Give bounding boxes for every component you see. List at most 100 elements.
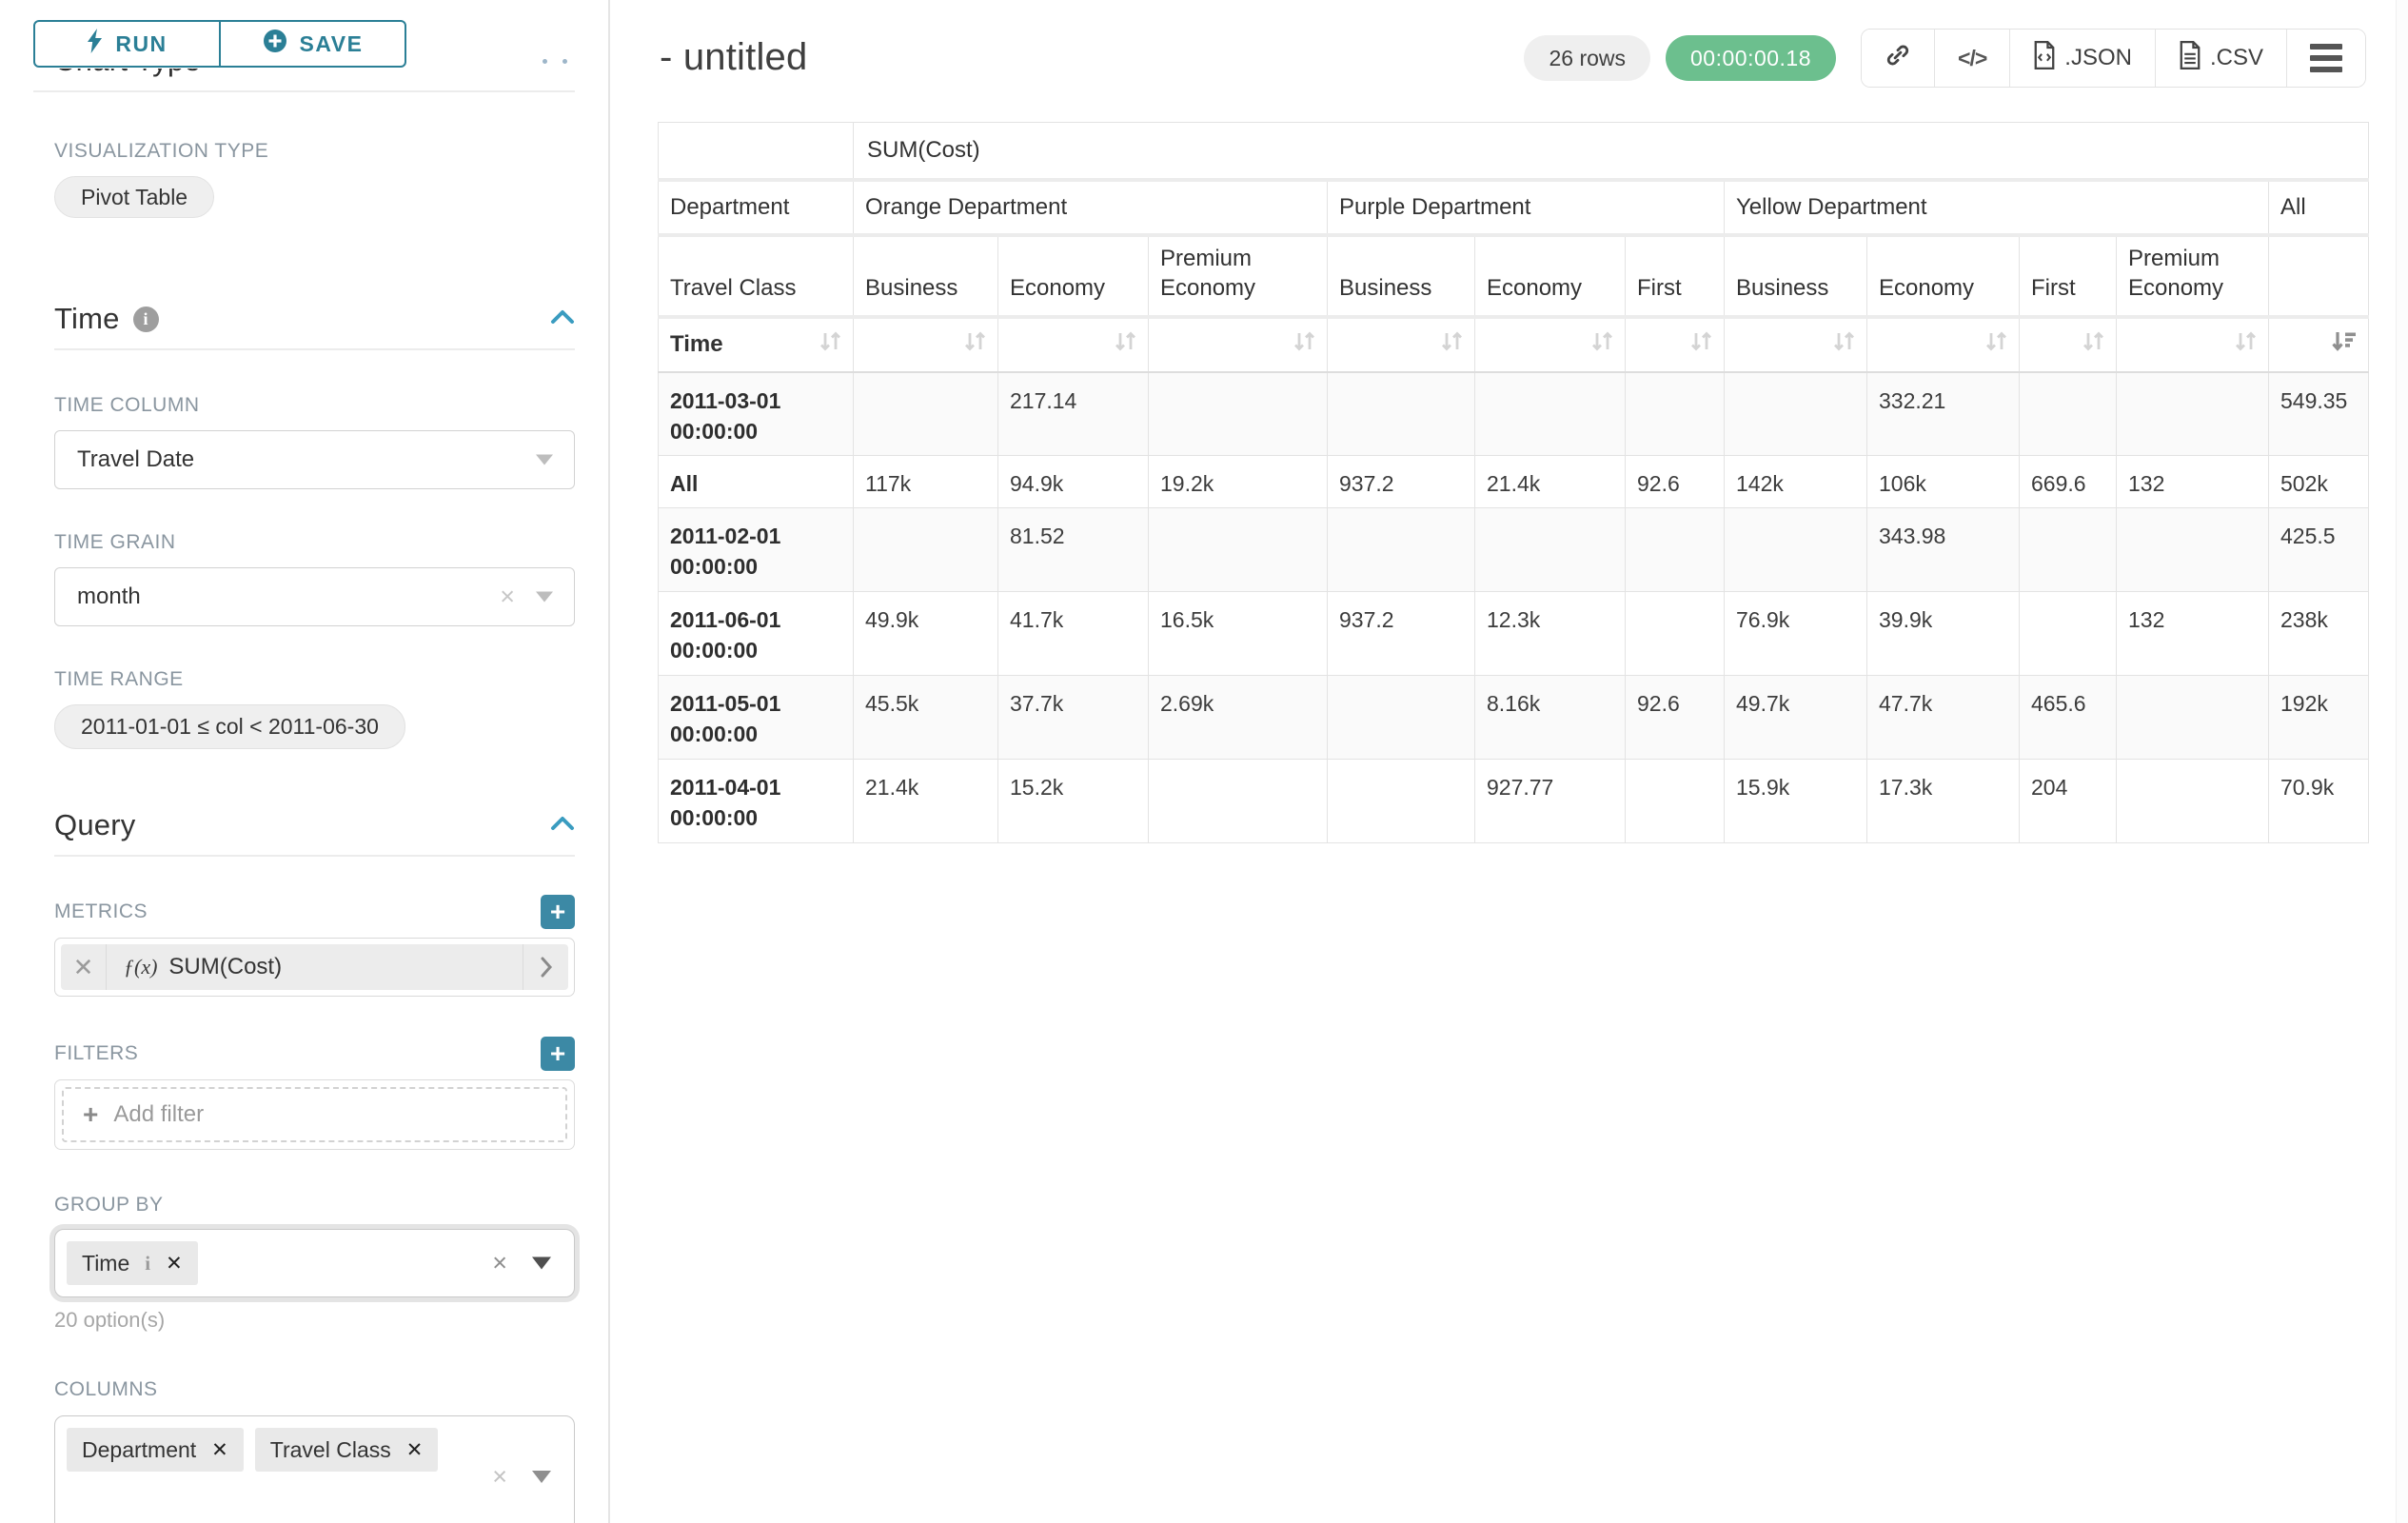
pivot-subgroup-header: Business [1328,235,1475,317]
pivot-cell [854,508,998,592]
sort-icon[interactable] [1589,329,1615,360]
time-grain-select[interactable]: month × [54,567,575,626]
export-csv-button[interactable]: .CSV [2155,30,2286,87]
remove-icon[interactable]: ✕ [406,1438,424,1462]
share-link-button[interactable] [1862,30,1934,87]
time-column-select[interactable]: Travel Date [54,430,575,489]
csv-button-label: .CSV [2210,45,2263,71]
run-save-button-group: RUN SAVE [33,20,406,68]
pivot-cell [1626,760,1725,843]
sort-icon[interactable] [2081,329,2106,360]
row-count-badge: 26 rows [1524,35,1650,81]
viz-type-pill[interactable]: Pivot Table [54,176,214,218]
save-button[interactable]: SAVE [220,20,406,68]
pivot-cell [1149,760,1328,843]
sort-icon[interactable] [818,329,843,360]
pivot-row-label: 2011-06-01 00:00:00 [659,592,854,676]
chart-title[interactable]: - untitled [660,29,807,79]
remove-icon[interactable]: ✕ [211,1438,228,1462]
scroll-dots [543,59,567,64]
pivot-cell: 669.6 [2020,456,2117,508]
pivot-time-header: Time [659,317,854,372]
pivot-cell: 217.14 [998,372,1149,456]
sort-icon[interactable] [1292,329,1317,360]
columns-pill-label: Department [82,1437,196,1463]
pivot-cell [1626,592,1725,676]
sort-icon[interactable] [1113,329,1138,360]
add-metric-button[interactable]: + [541,895,575,929]
pivot-cell: 41.7k [998,592,1149,676]
clear-icon[interactable]: × [492,1249,507,1278]
metric-name: SUM(Cost) [168,954,282,980]
pivot-cell: 19.2k [1149,456,1328,508]
pivot-time-label: Time [670,331,723,358]
divider [54,855,575,857]
run-button[interactable]: RUN [33,20,220,68]
time-section-header[interactable]: Time i [54,302,575,336]
pivot-cell [2020,372,2117,456]
columns-pill[interactable]: Department ✕ [67,1428,244,1472]
csv-file-icon [2179,41,2201,76]
pivot-sort-header [1626,317,1725,372]
pivot-cell [2117,372,2269,456]
sort-descending-icon[interactable] [2330,329,2359,360]
plus-circle-icon [263,29,287,59]
sort-icon[interactable] [962,329,988,360]
pivot-sort-header [1328,317,1475,372]
save-button-label: SAVE [300,31,364,57]
remove-icon[interactable]: ✕ [166,1252,183,1276]
group-by-pill[interactable]: Timei✕ [67,1241,198,1285]
pivot-row-label: 2011-04-01 00:00:00 [659,760,854,843]
export-json-button[interactable]: .JSON [2009,30,2155,87]
pivot-cell [1328,676,1475,760]
time-column-value: Travel Date [77,446,194,473]
pivot-cell [1475,508,1626,592]
chart-header: - untitled 26 rows 00:00:00.18 </> [610,0,2408,88]
pivot-cell [1149,372,1328,456]
pivot-subgroup-header: Economy [998,235,1149,317]
query-section-header[interactable]: Query [54,808,575,842]
sort-icon[interactable] [1439,329,1465,360]
sort-icon[interactable] [1688,329,1714,360]
chevron-up-icon[interactable] [550,309,575,329]
pivot-cell [1328,760,1475,843]
pivot-row-label: 2011-03-01 00:00:00 [659,372,854,456]
chevron-up-icon[interactable] [550,816,575,836]
metric-pill[interactable]: ✕ ƒ(x) SUM(Cost) [61,944,568,990]
group-by-select[interactable]: Timei✕ × [54,1229,575,1297]
columns-select[interactable]: Department ✕ Travel Class ✕ × [54,1415,575,1523]
pivot-group-header: All [2269,180,2369,235]
pivot-cell: 39.9k [1867,592,2020,676]
pivot-group-header: Orange Department [854,180,1328,235]
columns-pill-label: Travel Class [270,1437,391,1463]
clear-icon[interactable]: × [492,1462,507,1492]
pivot-row-label: 2011-05-01 00:00:00 [659,676,854,760]
sort-icon[interactable] [2233,329,2259,360]
pivot-cell: 92.6 [1626,676,1725,760]
chevron-down-icon[interactable] [532,1257,551,1270]
sort-icon[interactable] [1831,329,1857,360]
sort-icon[interactable] [1984,329,2009,360]
pivot-subgroup-header: Business [1725,235,1867,317]
page-scrollbar[interactable] [2396,0,2408,1523]
view-query-button[interactable]: </> [1934,30,2009,87]
visualization-type-label: VISUALIZATION TYPE [54,140,575,163]
time-range-pill[interactable]: 2011-01-01 ≤ col < 2011-06-30 [54,704,405,749]
pivot-table: SUM(Cost)DepartmentOrange DepartmentPurp… [658,122,2369,843]
pivot-dimension-header: Department [659,180,854,235]
pivot-sort-header [998,317,1149,372]
pivot-cell: 425.5 [2269,508,2369,592]
add-filter-plus-button[interactable]: + [541,1037,575,1071]
clear-icon[interactable]: × [500,583,515,612]
pivot-cell [1626,508,1725,592]
menu-button[interactable] [2286,30,2365,87]
chevron-down-icon[interactable] [532,1471,551,1483]
pivot-cell: 37.7k [998,676,1149,760]
chevron-right-icon[interactable] [523,944,568,990]
lightning-icon [87,29,103,59]
pivot-cell [1328,372,1475,456]
columns-pill[interactable]: Travel Class ✕ [255,1428,439,1472]
remove-metric-icon[interactable]: ✕ [61,944,107,990]
add-filter-button[interactable]: + Add filter [62,1087,567,1142]
pivot-cell: 8.16k [1475,676,1626,760]
